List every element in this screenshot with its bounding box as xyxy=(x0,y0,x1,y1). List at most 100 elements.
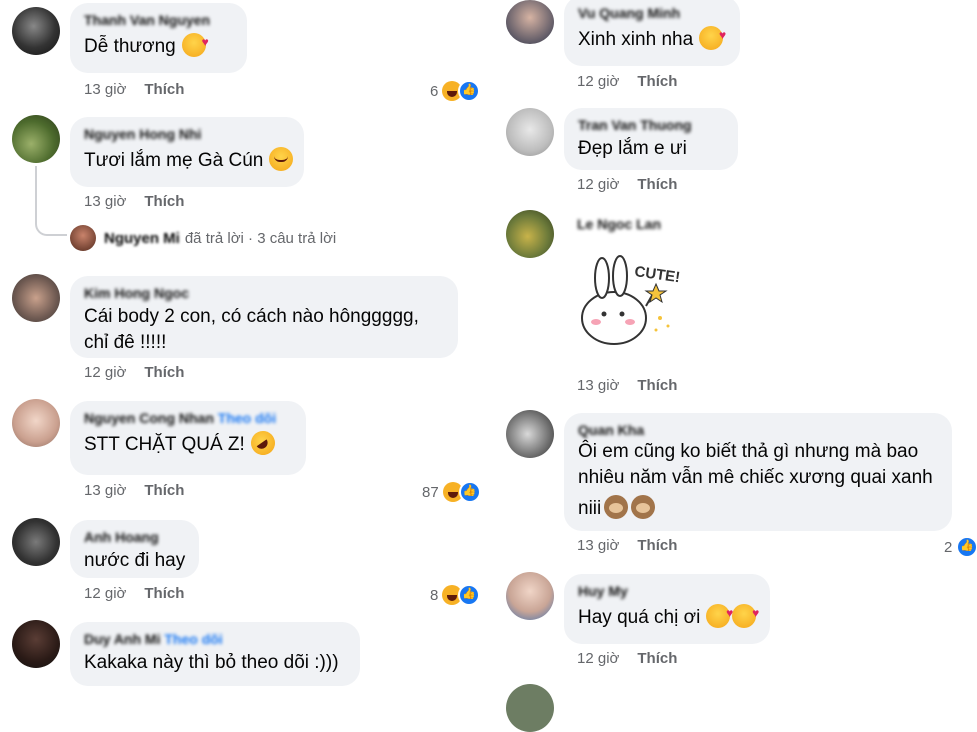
comment-bubble: Anh Hoang nước đi hay xyxy=(70,520,199,578)
replier-name: Nguyen Mi xyxy=(104,229,180,247)
comment-bubble: Thanh Van Nguyen Dễ thương xyxy=(70,3,247,73)
commenter-name[interactable]: Nguyen Hong Nhi xyxy=(84,125,290,143)
comment-meta: 12 giờ Thích xyxy=(577,176,677,193)
comment-meta: 13 giờ Thích xyxy=(577,537,677,554)
comment-bubble: Tran Van Thuong Đẹp lắm e ưi xyxy=(564,108,738,170)
avatar[interactable] xyxy=(12,399,60,447)
commenter-name[interactable]: Le Ngoc Lan xyxy=(577,215,661,233)
avatar[interactable] xyxy=(12,115,60,163)
comment-time[interactable]: 12 giờ xyxy=(577,650,619,667)
avatar[interactable] xyxy=(12,7,60,55)
comment-text: Đẹp lắm e ưi xyxy=(578,138,687,159)
comment-time[interactable]: 13 giờ xyxy=(577,377,619,394)
like-button[interactable]: Thích xyxy=(637,537,677,554)
commenter-name[interactable]: Quan Kha xyxy=(578,421,938,439)
comment-meta: 12 giờ Thích xyxy=(84,364,184,381)
commenter-name[interactable]: Thanh Van Nguyen xyxy=(84,11,233,29)
comment-bubble: Huy My Hay quá chị ơi xyxy=(564,574,770,644)
comment-text: Kakaka này thì bỏ theo dõi :))) xyxy=(84,652,339,673)
like-button[interactable]: Thích xyxy=(637,73,677,90)
comment-meta: 12 giờ Thích xyxy=(577,650,677,667)
reply-count-text: đã trả lời · 3 câu trả lời xyxy=(184,229,337,247)
follow-tag[interactable]: Theo dõi xyxy=(164,631,222,647)
comment-time[interactable]: 13 giờ xyxy=(84,482,126,499)
comment-bubble: Vu Quang Minh Xinh xinh nha xyxy=(564,0,740,66)
like-reaction-icon xyxy=(956,536,977,558)
comment-text: nước đi hay xyxy=(84,550,186,571)
comment-time[interactable]: 12 giờ xyxy=(577,176,619,193)
see-no-evil-monkey-icon xyxy=(604,495,629,519)
reaction-count: 2 xyxy=(944,538,953,556)
cute-bunny-sticker[interactable]: CUTE! xyxy=(574,246,684,356)
comment-meta: 12 giờ Thích xyxy=(577,73,677,90)
comment-text: Hay quá chị ơi xyxy=(578,607,701,628)
comment-text: Cái body 2 con, có cách nào hônggggg, xyxy=(84,306,419,327)
smiling-face-with-hearts-icon xyxy=(732,600,759,628)
like-reaction-icon xyxy=(458,481,481,503)
commenter-name[interactable]: Anh Hoang xyxy=(84,528,185,546)
comment-meta: 13 giờ Thích xyxy=(577,377,677,394)
comment-text-line2: chỉ đê !!!!! xyxy=(84,332,167,353)
comment-time[interactable]: 13 giờ xyxy=(84,193,126,210)
reaction-summary[interactable]: 2 xyxy=(944,536,977,558)
like-button[interactable]: Thích xyxy=(637,176,677,193)
like-button[interactable]: Thích xyxy=(637,377,677,394)
comment-text: Tươi lắm mẹ Gà Cún xyxy=(84,150,264,171)
comment-meta: 13 giờ Thích xyxy=(84,81,184,98)
commenter-name[interactable]: Vu Quang Minh xyxy=(578,4,726,22)
like-reaction-icon xyxy=(458,584,481,606)
comment-text: Ôi em cũng ko biết thả gì nhưng mà bao xyxy=(578,441,919,462)
like-button[interactable]: Thích xyxy=(144,81,184,98)
reply-thread-line xyxy=(35,166,67,236)
comment-text-line3: niii xyxy=(578,498,602,519)
commenter-name-text: Nguyen Cong Nhan xyxy=(84,410,214,426)
commenter-name[interactable]: Kim Hong Ngoc xyxy=(84,284,444,302)
comment-text: Dễ thương xyxy=(84,36,176,57)
follow-tag[interactable]: Theo dõi xyxy=(218,410,276,426)
avatar[interactable] xyxy=(12,518,60,566)
comment-bubble: Nguyen Cong Nhan Theo dõi STT CHẶT QUÁ Z… xyxy=(70,401,306,475)
reaction-summary[interactable]: 6 xyxy=(430,80,481,102)
comment-meta: 12 giờ Thích xyxy=(84,585,184,602)
like-reaction-icon xyxy=(458,80,481,102)
avatar[interactable] xyxy=(12,620,60,668)
see-no-evil-monkey-icon xyxy=(631,495,656,519)
reaction-count: 6 xyxy=(430,82,439,100)
commenter-name[interactable]: Duy Anh Mi Theo dõi xyxy=(84,630,346,648)
comment-time[interactable]: 12 giờ xyxy=(84,364,126,381)
like-button[interactable]: Thích xyxy=(144,585,184,602)
avatar[interactable] xyxy=(12,274,60,322)
avatar xyxy=(70,225,96,251)
comment-bubble: Duy Anh Mi Theo dõi Kakaka này thì bỏ th… xyxy=(70,622,360,686)
avatar[interactable] xyxy=(506,0,554,44)
comment-time[interactable]: 12 giờ xyxy=(577,73,619,90)
reaction-summary[interactable]: 8 xyxy=(430,584,481,606)
like-button[interactable]: Thích xyxy=(144,482,184,499)
comment-bubble: Kim Hong Ngoc Cái body 2 con, có cách nà… xyxy=(70,276,458,358)
comment-bubble: Quan Kha Ôi em cũng ko biết thả gì nhưng… xyxy=(564,413,952,531)
comment-time[interactable]: 13 giờ xyxy=(577,537,619,554)
comment-text-line2: nhiêu năm vẫn mê chiếc xương quai xanh xyxy=(578,467,933,488)
commenter-name[interactable]: Nguyen Cong Nhan Theo dõi xyxy=(84,409,292,427)
comment-text: Xinh xinh nha xyxy=(578,29,694,50)
comment-meta: 13 giờ Thích xyxy=(84,482,184,499)
like-button[interactable]: Thích xyxy=(637,650,677,667)
comment-time[interactable]: 13 giờ xyxy=(84,81,126,98)
avatar[interactable] xyxy=(506,684,554,732)
comment-text: STT CHẶT QUÁ Z! xyxy=(84,434,245,455)
commenter-name-text: Duy Anh Mi xyxy=(84,631,161,647)
reaction-summary[interactable]: 87 xyxy=(422,481,481,503)
commenter-name[interactable]: Huy My xyxy=(578,582,756,600)
avatar[interactable] xyxy=(506,572,554,620)
smiling-face-with-hearts-icon xyxy=(699,22,726,50)
relieved-face-icon xyxy=(269,147,294,171)
avatar[interactable] xyxy=(506,410,554,458)
commenter-name[interactable]: Tran Van Thuong xyxy=(578,116,724,134)
like-button[interactable]: Thích xyxy=(144,364,184,381)
smiling-face-with-hearts-icon xyxy=(181,29,209,57)
reply-summary[interactable]: Nguyen Mi đã trả lời · 3 câu trả lời xyxy=(70,225,336,251)
like-button[interactable]: Thích xyxy=(144,193,184,210)
comment-time[interactable]: 12 giờ xyxy=(84,585,126,602)
avatar[interactable] xyxy=(506,210,554,258)
avatar[interactable] xyxy=(506,108,554,156)
